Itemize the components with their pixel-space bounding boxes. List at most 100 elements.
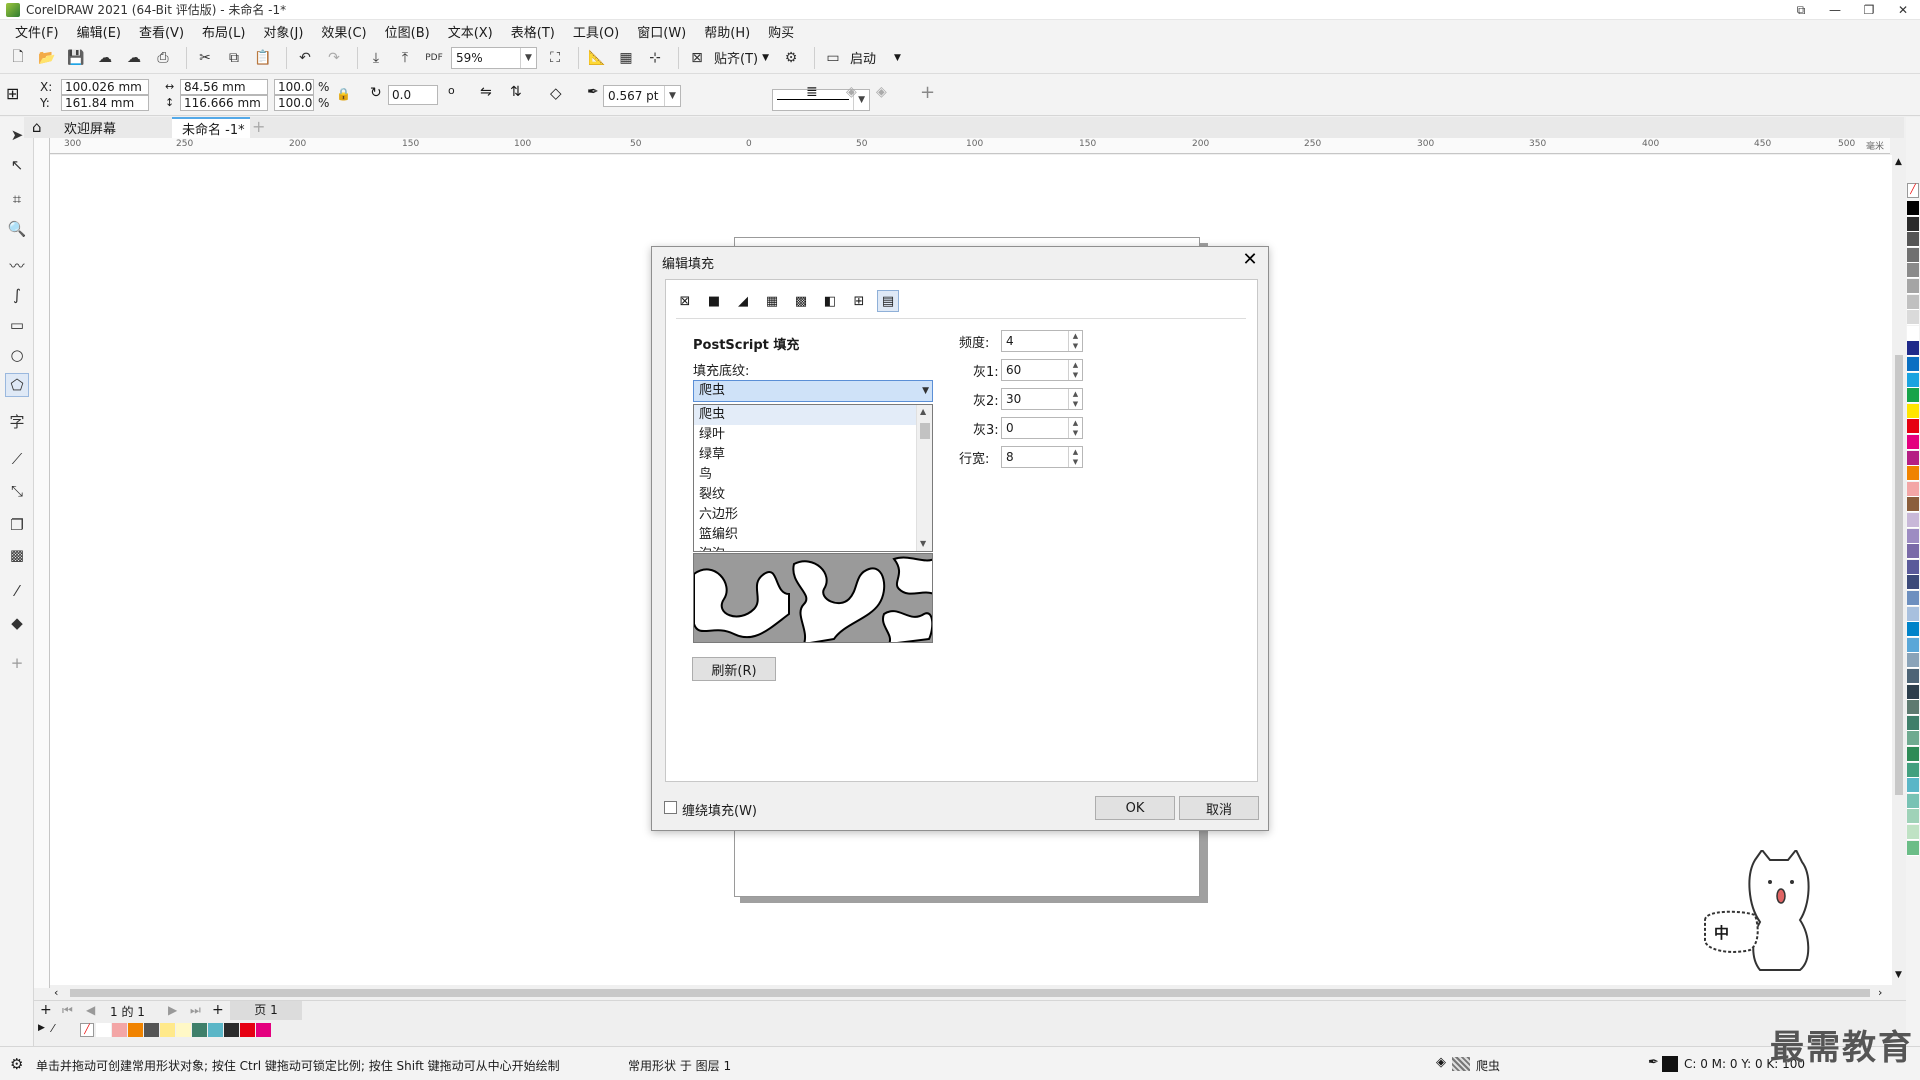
palette-color-swatch[interactable] [1907,201,1919,216]
common-shapes-tool-icon[interactable]: ⬠ [5,373,29,397]
undo-icon[interactable]: ↶ [293,46,317,70]
palette-color-swatch[interactable] [1907,778,1919,794]
document-color-swatch[interactable] [192,1023,207,1037]
document-color-swatch[interactable] [96,1023,111,1037]
horizontal-ruler[interactable]: 300 250 200 150 100 50 0 50 100 150 200 … [48,138,1890,154]
palette-color-swatch[interactable] [1907,341,1919,357]
menu-view[interactable]: 查看(V) [130,22,193,41]
palette-color-swatch[interactable] [1907,263,1919,279]
show-guidelines-icon[interactable]: ⊹ [643,46,667,70]
pattern-list-scroll-thumb[interactable] [920,423,930,439]
palette-color-swatch[interactable] [1907,591,1919,606]
palette-color-swatch[interactable] [1907,622,1919,638]
import-icon[interactable]: ⤓ [364,46,388,70]
show-rulers-icon[interactable]: 📐 [585,46,609,70]
menu-edit[interactable]: 编辑(E) [68,22,130,41]
palette-color-swatch[interactable] [1907,669,1919,684]
refresh-button[interactable]: 刷新(R) [692,657,776,681]
chevron-down-icon[interactable]: ▼ [894,53,901,63]
pattern-option[interactable]: 鸟 [694,465,916,485]
cloud-upload-icon[interactable]: ☁ [122,46,146,70]
rotation-angle-field[interactable]: 0.0 [388,85,438,105]
to-back-icon[interactable]: ◈ [876,84,887,100]
close-window-button[interactable]: ✕ [1886,0,1920,20]
no-fill-icon[interactable]: ⊠ [674,290,696,312]
palette-color-swatch[interactable] [1907,466,1919,482]
width-field[interactable]: 84.56 mm [180,79,268,95]
x-position-field[interactable]: 100.026 mm [61,79,149,95]
outline-pen-icon[interactable]: ✒ [587,84,599,100]
menu-text[interactable]: 文本(X) [439,22,502,41]
last-page-icon[interactable]: ⏭ [190,1003,201,1018]
document-color-swatch[interactable] [208,1023,223,1037]
uniform-fill-icon[interactable]: ■ [703,290,725,312]
palette-color-swatch[interactable] [1907,544,1919,560]
menu-object[interactable]: 对象(J) [254,22,312,41]
pattern-option[interactable]: 篮编织 [694,525,916,545]
menu-bitmaps[interactable]: 位图(B) [376,22,439,41]
vertical-scroll-thumb[interactable] [1895,355,1903,795]
menu-layout[interactable]: 布局(L) [193,22,254,41]
snap-off-icon[interactable]: ⊠ [685,46,709,70]
parallel-dimension-icon[interactable]: ⟋ [5,447,29,471]
pattern-option[interactable]: 绿叶 [694,425,916,445]
palette-color-swatch[interactable] [1907,606,1919,622]
open-folder-icon[interactable]: 📂 [35,46,59,70]
scroll-right-icon[interactable]: › [1878,986,1882,999]
pattern-select[interactable]: 爬虫 ▼ [693,380,933,402]
palette-color-swatch[interactable] [1907,715,1919,731]
palette-color-swatch[interactable] [1907,481,1919,497]
publish-pdf-icon[interactable]: PDF [422,46,446,70]
height-field[interactable]: 116.666 mm [180,95,268,111]
fountain-fill-icon[interactable]: ◢ [732,290,754,312]
add-tab-icon[interactable]: + [252,117,265,136]
cut-icon[interactable]: ✂ [193,46,217,70]
dialog-close-button[interactable]: ✕ [1240,249,1260,270]
scroll-down-icon[interactable]: ▼ [1895,970,1902,980]
horizontal-scrollbar[interactable]: ‹ › [50,986,1892,1000]
palette-color-swatch[interactable] [1907,247,1919,263]
mirror-vertical-icon[interactable]: ⇅ [510,84,522,100]
add-page-after-icon[interactable]: + [212,1002,224,1018]
launch-dropdown[interactable]: 启动 [850,48,876,67]
transparency-tool-icon[interactable]: ▩ [5,543,29,567]
scroll-up-icon[interactable]: ▲ [1895,157,1902,167]
palette-color-swatch[interactable] [1907,294,1919,310]
paste-icon[interactable]: 📋 [251,46,275,70]
object-origin-icon[interactable]: ⊞ [6,84,19,103]
options-gear-icon[interactable]: ⚙ [779,46,803,70]
drop-shadow-icon[interactable]: ❐ [5,513,29,537]
fill-indicator-icon[interactable]: ◈ [1436,1055,1446,1070]
palette-color-swatch[interactable] [1907,513,1919,528]
eyedropper-tool-icon[interactable]: ⁄ [5,579,29,603]
palette-color-swatch[interactable] [1907,809,1919,825]
texture-fill-icon[interactable]: ⊞ [848,290,870,312]
wrap-text-icon[interactable]: ≣ [806,84,818,100]
palette-color-swatch[interactable] [1907,731,1919,747]
lock-ratio-icon[interactable]: 🔒 [336,87,351,101]
vector-pattern-fill-icon[interactable]: ▦ [761,290,783,312]
menu-help[interactable]: 帮助(H) [695,22,759,41]
zoom-level-combo[interactable]: 59% ▼ [451,46,537,69]
gray2-field[interactable]: 30 ▲ ▼ [1001,388,1083,410]
no-color-swatch[interactable]: ╱ [1907,183,1919,198]
zoom-tool-icon[interactable]: 🔍 [5,217,29,241]
palette-color-swatch[interactable] [1907,497,1919,513]
first-page-icon[interactable]: ⏮ [62,1003,73,1018]
palette-color-swatch[interactable] [1907,559,1919,575]
palette-color-swatch[interactable] [1907,840,1919,856]
scale-height-field[interactable]: 100.0 [274,95,314,111]
y-position-field[interactable]: 161.84 mm [61,95,149,111]
palette-color-swatch[interactable] [1907,388,1919,404]
palette-expand-icon[interactable]: ▶ [38,1023,45,1033]
spin-arrows-icon[interactable]: ▲ ▼ [1068,389,1082,409]
document-color-swatch[interactable] [176,1023,191,1037]
document-color-swatch[interactable] [112,1023,127,1037]
palette-color-swatch[interactable] [1907,450,1919,466]
interactive-fill-icon[interactable]: ◆ [5,611,29,635]
outline-width-combo[interactable]: 0.567 pt ▼ [603,85,681,107]
add-page-before-icon[interactable]: + [40,1002,52,1018]
home-icon[interactable]: ⌂ [32,118,42,136]
menu-tools[interactable]: 工具(O) [564,22,628,41]
pattern-option[interactable]: 六边形 [694,505,916,525]
